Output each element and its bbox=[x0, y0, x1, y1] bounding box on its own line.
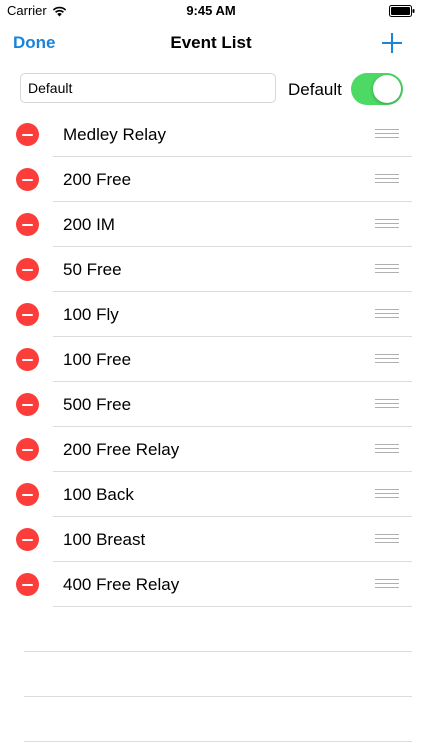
page-title: Event List bbox=[170, 33, 252, 52]
event-name: 200 Free bbox=[63, 170, 132, 189]
reorder-handle-icon[interactable] bbox=[375, 489, 399, 500]
event-name: 100 Back bbox=[63, 485, 134, 504]
event-row[interactable]: Medley Relay bbox=[0, 112, 422, 157]
event-name: Medley Relay bbox=[63, 125, 166, 144]
delete-icon[interactable] bbox=[16, 258, 39, 281]
delete-icon[interactable] bbox=[16, 483, 39, 506]
event-list: Medley Relay 200 Free 200 IM 50 Free 100… bbox=[0, 112, 422, 607]
delete-icon[interactable] bbox=[16, 573, 39, 596]
reorder-handle-icon[interactable] bbox=[375, 399, 399, 410]
default-toggle-label: Default bbox=[288, 80, 342, 99]
reorder-handle-icon[interactable] bbox=[375, 129, 399, 140]
event-name: 200 IM bbox=[63, 215, 115, 234]
event-name: 100 Breast bbox=[63, 530, 146, 549]
empty-row bbox=[0, 697, 422, 742]
delete-icon[interactable] bbox=[16, 438, 39, 461]
event-row[interactable]: 100 Free bbox=[0, 337, 422, 382]
event-name: 400 Free Relay bbox=[63, 575, 180, 594]
plus-icon[interactable] bbox=[381, 32, 403, 54]
list-name-input[interactable] bbox=[20, 73, 276, 103]
event-name: 200 Free Relay bbox=[63, 440, 180, 459]
delete-icon[interactable] bbox=[16, 123, 39, 146]
delete-icon[interactable] bbox=[16, 348, 39, 371]
reorder-handle-icon[interactable] bbox=[375, 309, 399, 320]
reorder-handle-icon[interactable] bbox=[375, 264, 399, 275]
navigation-bar: Done Event List bbox=[0, 22, 422, 66]
default-settings-row: Default bbox=[0, 66, 422, 112]
status-time: 9:45 AM bbox=[186, 3, 236, 18]
empty-row bbox=[0, 652, 422, 697]
toggle-knob bbox=[373, 75, 401, 103]
event-name: 100 Free bbox=[63, 350, 132, 369]
reorder-handle-icon[interactable] bbox=[375, 444, 399, 455]
event-row[interactable]: 100 Breast bbox=[0, 517, 422, 562]
delete-icon[interactable] bbox=[16, 168, 39, 191]
event-name: 500 Free bbox=[63, 395, 132, 414]
event-name: 50 Free bbox=[63, 260, 122, 279]
empty-row bbox=[0, 607, 422, 652]
event-row[interactable]: 200 IM bbox=[0, 202, 422, 247]
battery-icon bbox=[389, 5, 415, 17]
reorder-handle-icon[interactable] bbox=[375, 534, 399, 545]
empty-table-rows bbox=[0, 607, 422, 742]
event-row[interactable]: 500 Free bbox=[0, 382, 422, 427]
event-row[interactable]: 200 Free Relay bbox=[0, 427, 422, 472]
reorder-handle-icon[interactable] bbox=[375, 219, 399, 230]
status-bar: Carrier 9:45 AM bbox=[0, 0, 422, 22]
event-row[interactable]: 100 Fly bbox=[0, 292, 422, 337]
delete-icon[interactable] bbox=[16, 393, 39, 416]
delete-icon[interactable] bbox=[16, 528, 39, 551]
event-row[interactable]: 100 Back bbox=[0, 472, 422, 517]
default-toggle[interactable] bbox=[351, 73, 403, 105]
delete-icon[interactable] bbox=[16, 213, 39, 236]
event-row[interactable]: 200 Free bbox=[0, 157, 422, 202]
event-row[interactable]: 400 Free Relay bbox=[0, 562, 422, 607]
event-name: 100 Fly bbox=[63, 305, 119, 324]
reorder-handle-icon[interactable] bbox=[375, 354, 399, 365]
reorder-handle-icon[interactable] bbox=[375, 579, 399, 590]
reorder-handle-icon[interactable] bbox=[375, 174, 399, 185]
event-row[interactable]: 50 Free bbox=[0, 247, 422, 292]
delete-icon[interactable] bbox=[16, 303, 39, 326]
